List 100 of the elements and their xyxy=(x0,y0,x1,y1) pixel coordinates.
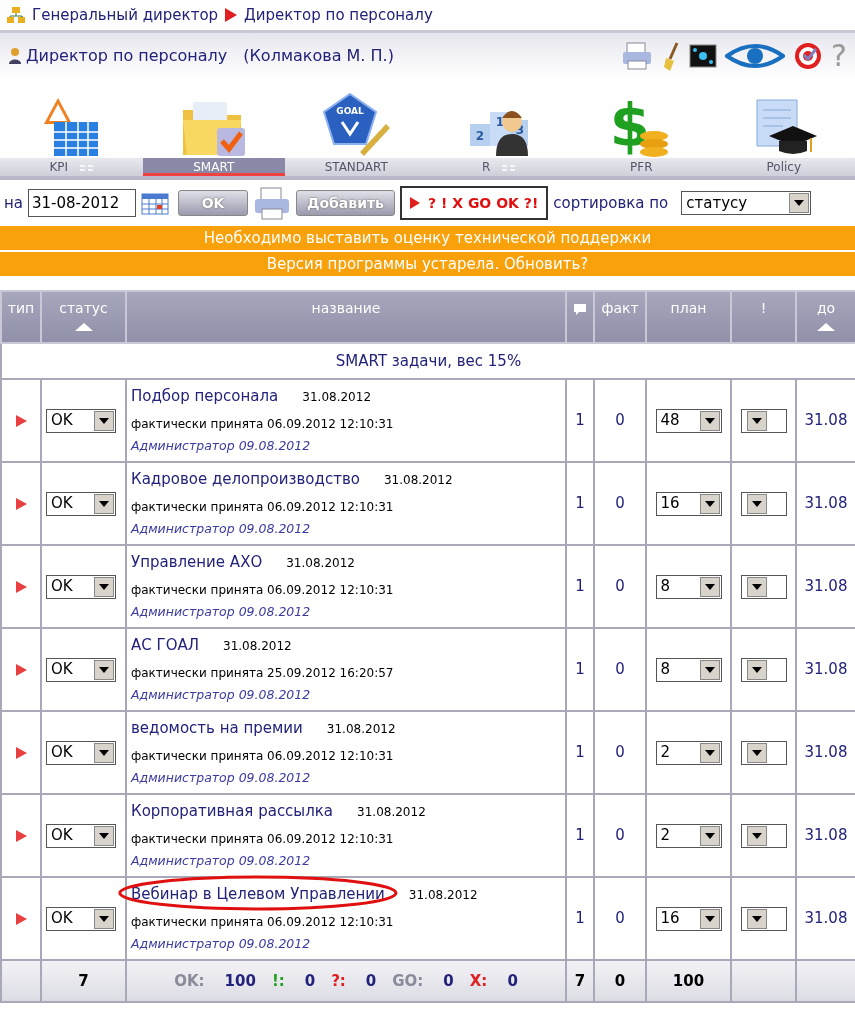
grid-icon xyxy=(80,163,94,172)
task-name[interactable]: Управление АХО xyxy=(131,552,263,571)
breadcrumb-link[interactable]: Директор по персоналу xyxy=(244,3,433,27)
caret-icon xyxy=(99,666,109,673)
sort-select[interactable]: статусу xyxy=(681,191,812,215)
task-count: 7 xyxy=(41,960,126,1002)
author-note: Администратор 09.08.2012 xyxy=(131,603,312,622)
caret-icon xyxy=(99,749,109,756)
plan-select[interactable]: 8 xyxy=(655,657,722,682)
module-tab[interactable]: R xyxy=(427,158,570,176)
date-field[interactable]: 31-08-2012 xyxy=(28,189,136,217)
plan-select[interactable]: 8 xyxy=(655,574,722,599)
caret-icon xyxy=(751,832,762,839)
column-header[interactable] xyxy=(566,291,594,343)
caret-icon xyxy=(751,583,762,590)
status-select[interactable]: OK xyxy=(46,740,116,765)
task-date: 31.08.2012 xyxy=(286,554,355,572)
play-icon xyxy=(15,581,27,593)
user-name: (Колмакова М. П.) xyxy=(243,44,394,67)
arrow-icon xyxy=(224,7,239,23)
task-date: 31.08.2012 xyxy=(408,886,478,904)
priority-select[interactable] xyxy=(740,491,787,516)
caret-icon xyxy=(794,200,805,206)
task-name[interactable]: ведомость на премии xyxy=(131,718,303,737)
group-title: SMART задачи, вес 15% xyxy=(1,343,855,379)
acceptance-note: фактически принята 06.09.2012 12:10:31 xyxy=(131,416,395,434)
monitor-icon[interactable] xyxy=(689,41,718,70)
play-icon xyxy=(15,498,27,510)
play-icon xyxy=(15,664,27,676)
comment-count: 1 xyxy=(566,628,594,711)
task-name[interactable]: Подбор персонала xyxy=(131,386,279,405)
priority-select[interactable] xyxy=(740,657,787,682)
status-select[interactable]: OK xyxy=(46,906,116,931)
plan-select[interactable]: 48 xyxy=(655,408,722,433)
task-name[interactable]: Корпоративная рассылка xyxy=(131,801,334,820)
plan-select[interactable]: 2 xyxy=(655,823,722,848)
caret-icon xyxy=(751,417,762,424)
status-total: 0 xyxy=(304,970,316,992)
caret-icon xyxy=(751,666,762,673)
play-icon xyxy=(15,913,27,925)
module-tab[interactable]: Policy xyxy=(712,158,855,176)
breadcrumb-link[interactable]: Генеральный директор xyxy=(32,3,219,27)
status-select[interactable]: OK xyxy=(46,574,116,599)
status-select[interactable]: OK xyxy=(46,491,116,516)
author-note: Администратор 09.08.2012 xyxy=(131,935,312,954)
author-note: Администратор 09.08.2012 xyxy=(131,520,312,539)
task-name[interactable]: Кадровое делопроизводство xyxy=(131,469,360,488)
caret-icon xyxy=(99,915,109,922)
caret-icon xyxy=(751,915,762,922)
play-icon xyxy=(409,197,420,209)
user-role: Директор по персоналу xyxy=(26,44,228,67)
priority-select[interactable] xyxy=(740,823,787,848)
caret-icon xyxy=(751,749,762,756)
fact-value: 0 xyxy=(594,462,646,545)
printer-icon[interactable] xyxy=(253,186,291,220)
task-name[interactable]: АС ГОАЛ xyxy=(131,635,199,654)
author-note: Администратор 09.08.2012 xyxy=(131,769,312,788)
module-tab[interactable]: PFR xyxy=(570,158,713,176)
acceptance-note: фактически принята 06.09.2012 12:10:31 xyxy=(131,831,395,849)
acceptance-note: фактически принята 06.09.2012 12:10:31 xyxy=(131,582,395,600)
status-total: 100 xyxy=(224,970,256,992)
priority-select[interactable] xyxy=(740,574,787,599)
plan-select[interactable]: 16 xyxy=(655,906,722,931)
status-filter[interactable]: ? ! X GO OK ?! xyxy=(399,186,549,220)
play-icon xyxy=(15,747,27,759)
status-total: 0 xyxy=(443,970,454,992)
play-icon xyxy=(15,830,27,842)
status-select[interactable]: OK xyxy=(46,823,116,848)
status-label: GO: xyxy=(392,970,424,992)
fact-value: 0 xyxy=(594,794,646,877)
task-date: 31.08.2012 xyxy=(383,471,453,489)
fact-value: 0 xyxy=(594,379,646,462)
caret-icon xyxy=(99,500,109,507)
eye-icon[interactable] xyxy=(725,41,786,70)
comment-count: 1 xyxy=(566,711,594,794)
task-date: 31.08.2012 xyxy=(223,637,292,655)
warning-table-icon[interactable] xyxy=(42,96,101,158)
comment-count: 1 xyxy=(566,379,594,462)
plan-select[interactable]: 2 xyxy=(655,740,722,765)
printer-icon[interactable] xyxy=(621,40,654,71)
status-total: 0 xyxy=(507,970,518,992)
calendar-icon[interactable] xyxy=(141,191,169,215)
priority-select[interactable] xyxy=(740,408,787,433)
module-tab[interactable]: KPI xyxy=(0,158,143,176)
status-total: 0 xyxy=(365,970,377,992)
caret-icon xyxy=(99,417,109,424)
caret-icon xyxy=(704,417,715,424)
fact-value: 0 xyxy=(594,545,646,628)
status-select[interactable]: OK xyxy=(46,657,116,682)
priority-select[interactable] xyxy=(740,740,787,765)
comment-icon xyxy=(573,302,587,316)
caret-icon xyxy=(704,749,715,756)
caret-icon xyxy=(704,500,715,507)
target-icon[interactable] xyxy=(793,40,824,71)
priority-select[interactable] xyxy=(740,906,787,931)
status-select[interactable]: OK xyxy=(46,408,116,433)
module-tab[interactable]: STANDART xyxy=(285,158,428,176)
task-date: 31.08.2012 xyxy=(357,803,426,821)
plan-select[interactable]: 16 xyxy=(655,491,722,516)
status-label: OK: xyxy=(174,970,205,992)
